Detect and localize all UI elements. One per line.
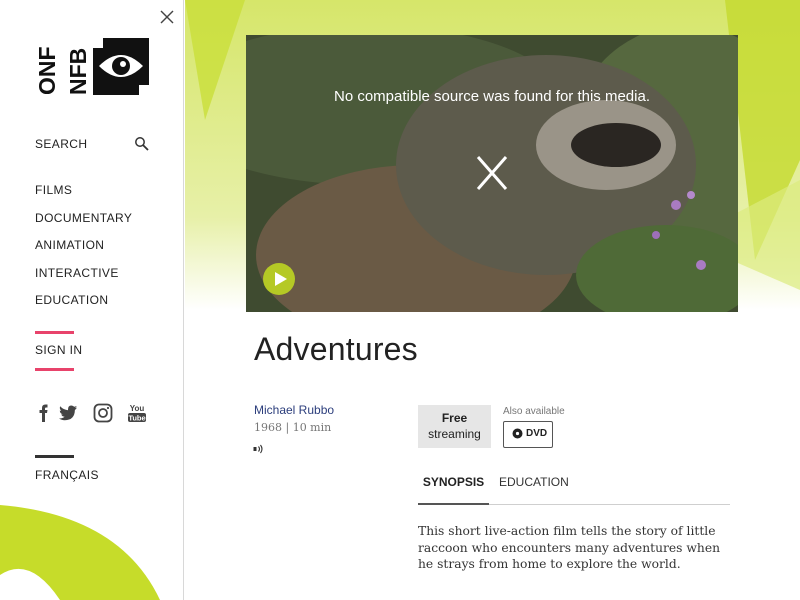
director-link[interactable]: Michael Rubbo bbox=[254, 403, 334, 417]
instagram-icon[interactable] bbox=[92, 402, 114, 424]
logo-eye-mark bbox=[93, 38, 149, 95]
logo-text-onf: ONF bbox=[35, 46, 60, 95]
audio-description-icon bbox=[253, 444, 263, 454]
also-available-label: Also available bbox=[503, 406, 565, 417]
search-label: SEARCH bbox=[35, 137, 88, 151]
search-button[interactable]: SEARCH bbox=[35, 135, 150, 153]
error-x-icon bbox=[476, 156, 508, 190]
dvd-label: DVD bbox=[526, 428, 548, 439]
sign-in-link[interactable]: SIGN IN bbox=[35, 343, 82, 357]
film-year-duration: 1968 | 10 min bbox=[254, 421, 332, 434]
nav-item-documentary[interactable]: DOCUMENTARY bbox=[35, 209, 132, 237]
play-icon[interactable] bbox=[263, 263, 295, 295]
logo-text-nfb: NFB bbox=[65, 48, 91, 95]
divider-top bbox=[35, 331, 74, 334]
tab-synopsis[interactable]: SYNOPSIS bbox=[418, 475, 489, 505]
search-icon bbox=[135, 137, 149, 151]
sidebar: ONF NFB SEARCH FILMS DOCUMENTARY ANIMATI… bbox=[0, 0, 184, 600]
youtube-icon[interactable]: You Tube bbox=[126, 402, 148, 424]
synopsis-text: This short live-action film tells the st… bbox=[418, 524, 721, 571]
close-icon[interactable] bbox=[159, 9, 175, 25]
nav-item-education[interactable]: EDUCATION bbox=[35, 291, 132, 319]
twitter-icon[interactable] bbox=[57, 402, 79, 424]
player-error-message: No compatible source was found for this … bbox=[334, 88, 650, 105]
svg-text:Tube: Tube bbox=[128, 414, 145, 423]
main-nav: FILMS DOCUMENTARY ANIMATION INTERACTIVE … bbox=[35, 181, 132, 319]
nfb-logo[interactable]: ONF NFB bbox=[34, 38, 149, 95]
divider-bottom bbox=[35, 368, 74, 371]
film-title: Adventures bbox=[254, 331, 418, 367]
streaming-label: streaming bbox=[428, 427, 481, 441]
tab-education[interactable]: EDUCATION bbox=[499, 475, 569, 505]
content-tabs: SYNOPSIS EDUCATION bbox=[418, 469, 730, 505]
nav-item-animation[interactable]: ANIMATION bbox=[35, 236, 132, 264]
nav-item-films[interactable]: FILMS bbox=[35, 181, 132, 209]
language-toggle[interactable]: FRANÇAIS bbox=[35, 468, 99, 482]
facebook-icon[interactable] bbox=[33, 402, 55, 424]
video-player[interactable]: No compatible source was found for this … bbox=[246, 35, 738, 312]
language-divider bbox=[35, 455, 74, 458]
decorative-swirl bbox=[0, 505, 160, 600]
svg-text:You: You bbox=[130, 404, 145, 413]
disc-icon bbox=[512, 428, 523, 439]
free-label: Free bbox=[441, 411, 468, 425]
nav-item-interactive[interactable]: INTERACTIVE bbox=[35, 264, 132, 292]
dvd-button[interactable]: DVD bbox=[503, 421, 553, 448]
free-streaming-badge[interactable]: Free streaming bbox=[418, 405, 491, 448]
